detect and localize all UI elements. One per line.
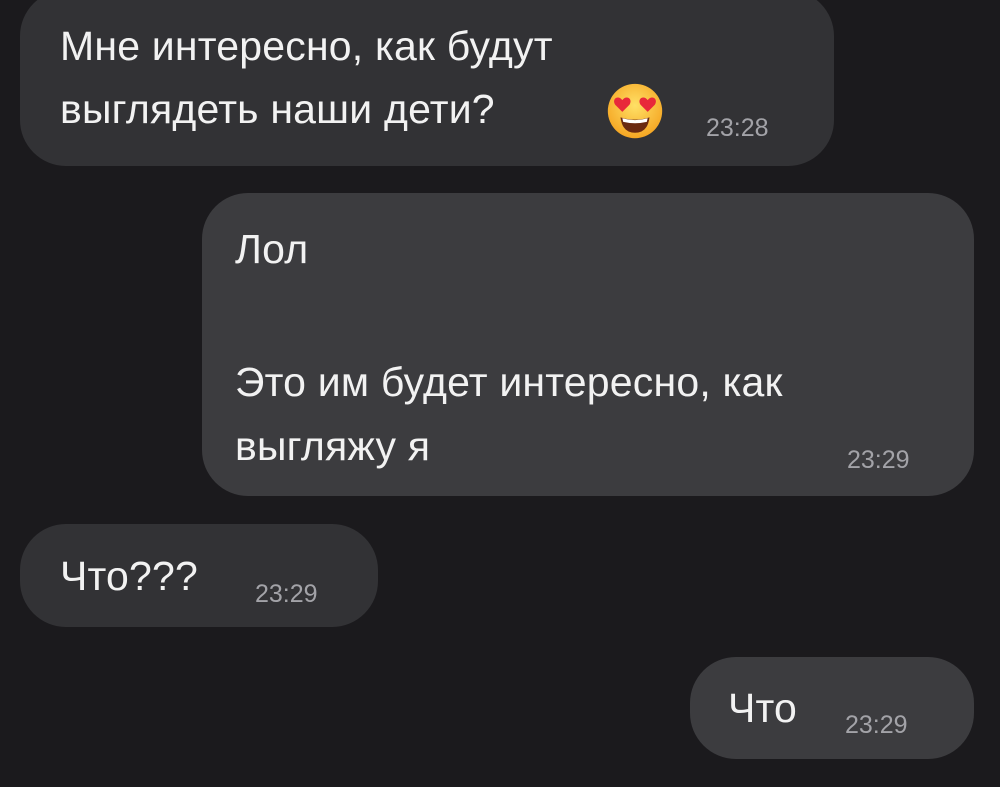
message-bubble-incoming[interactable]: Что??? 23:29 xyxy=(20,524,378,627)
message-text-line: выгляжу я xyxy=(235,423,431,469)
chat-thread: Мне интересно, как будут выглядеть наши … xyxy=(0,0,1000,787)
message-text-line: Что??? xyxy=(60,553,199,599)
message-timestamp: 23:29 xyxy=(845,711,908,739)
message-text-line: Что xyxy=(728,685,798,731)
message-timestamp: 23:28 xyxy=(706,114,769,142)
message-text-line: Это им будет интересно, как xyxy=(235,359,783,405)
message-text-line: Мне интересно, как будут xyxy=(60,23,553,69)
message-text-line: выглядеть наши дети? xyxy=(60,86,495,132)
message-timestamp: 23:29 xyxy=(847,446,910,474)
message-bubble-outgoing[interactable]: Лол Это им будет интересно, как выгляжу … xyxy=(202,193,974,496)
message-timestamp: 23:29 xyxy=(255,580,318,608)
message-bubble-incoming[interactable]: Мне интересно, как будут выглядеть наши … xyxy=(20,0,834,166)
message-text-line: Лол xyxy=(235,226,309,272)
heart-eyes-emoji-icon xyxy=(607,83,663,139)
message-bubble-outgoing[interactable]: Что 23:29 xyxy=(690,657,974,759)
